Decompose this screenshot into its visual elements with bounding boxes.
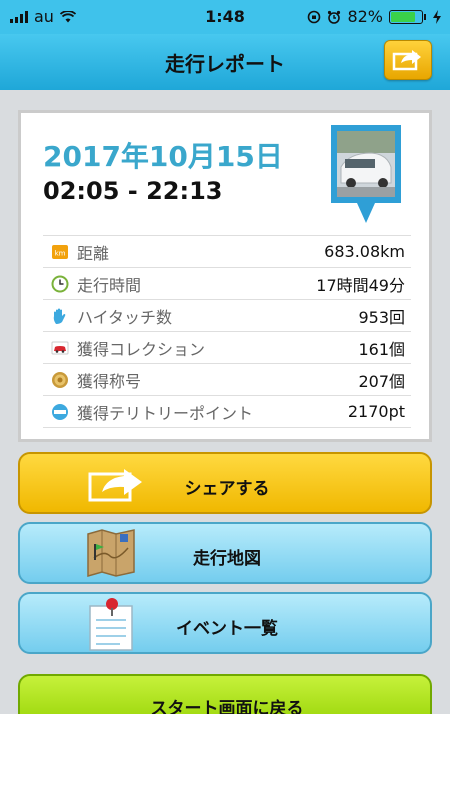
report-date: 2017年10月15日 — [43, 140, 283, 173]
spot-icon — [51, 403, 69, 421]
back-to-start-button-label: スタート画面に戻る — [150, 699, 304, 714]
event-list-button-label: イベント一覧 — [176, 619, 278, 639]
stat-row-collection: 獲得コレクション 161個 — [43, 331, 411, 363]
drive-map-button[interactable]: 走行地図 — [18, 522, 432, 584]
charging-bolt-icon — [433, 9, 441, 24]
stat-row-titles: 獲得称号 207個 — [43, 363, 411, 395]
stat-value: 953回 — [358, 307, 405, 327]
event-list-button[interactable]: イベント一覧 — [18, 592, 432, 654]
drive-map-button-label: 走行地図 — [193, 549, 261, 569]
stat-label: ハイタッチ数 — [77, 307, 173, 327]
stat-value: 161個 — [358, 339, 405, 359]
stats-list: km 距離 683.08km 走行時間 17時間49分 ハイタッチ数 953回 — [43, 235, 411, 428]
stat-value: 2170pt — [347, 402, 405, 421]
share-button[interactable]: シェアする — [18, 452, 432, 514]
stat-label: 走行時間 — [77, 275, 142, 295]
hand-icon — [51, 307, 69, 325]
medal-icon — [51, 371, 69, 389]
stat-label: 距離 — [77, 243, 110, 263]
stat-label: 獲得テリトリーポイント — [77, 403, 254, 423]
svg-text:km: km — [55, 249, 66, 257]
car-photo-pin[interactable] — [329, 123, 403, 225]
alarm-icon — [328, 10, 341, 24]
stat-row-territory: 獲得テリトリーポイント 2170pt — [43, 395, 411, 428]
report-time-range: 02:05 - 22:13 — [43, 177, 223, 205]
battery-icon — [389, 9, 423, 24]
report-card: 2017年10月15日 02:05 - 22:13 km 距離 683.08km — [18, 110, 432, 442]
car-icon — [51, 339, 69, 357]
page-title: 走行レポート — [165, 52, 285, 76]
content-area: 2017年10月15日 02:05 - 22:13 km 距離 683.08km — [0, 90, 450, 714]
status-bar: au 1:48 82% — [0, 0, 450, 34]
stat-row-drive-time: 走行時間 17時間49分 — [43, 267, 411, 299]
stat-row-distance: km 距離 683.08km — [43, 235, 411, 267]
navigation-bar: 走行レポート — [0, 34, 450, 90]
orientation-lock-icon — [308, 10, 321, 23]
stat-value: 683.08km — [324, 242, 405, 261]
stat-label: 獲得コレクション — [77, 339, 206, 359]
clock-icon — [51, 275, 69, 293]
battery-percent: 82% — [347, 7, 383, 26]
back-to-start-button[interactable]: スタート画面に戻る — [18, 674, 432, 714]
stat-value: 17時間49分 — [316, 275, 405, 295]
share-button-label: シェアする — [184, 479, 270, 499]
stat-label: 獲得称号 — [77, 371, 142, 391]
share-top-button[interactable] — [384, 40, 432, 80]
stat-value: 207個 — [358, 371, 405, 391]
km-badge-icon: km — [51, 243, 69, 261]
share-arrow-icon — [392, 50, 421, 71]
stat-row-high-touch: ハイタッチ数 953回 — [43, 299, 411, 331]
status-right: 82% — [307, 7, 442, 26]
battery-cap — [424, 13, 426, 20]
